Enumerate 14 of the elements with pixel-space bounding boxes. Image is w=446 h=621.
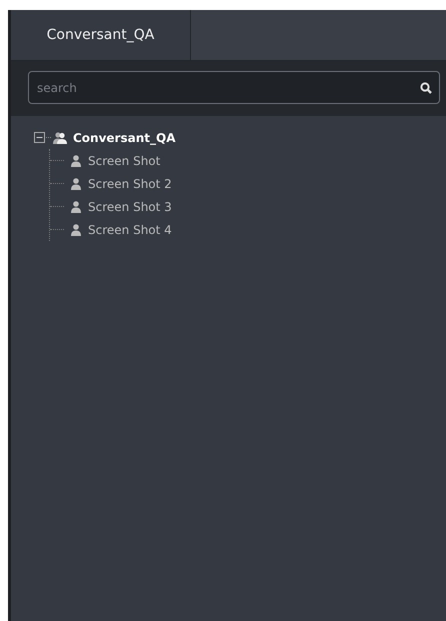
tree-item[interactable]: Screen Shot	[88, 154, 160, 168]
user-icon	[70, 154, 82, 166]
user-icon	[70, 178, 82, 190]
user-icon	[70, 200, 82, 212]
search-icon[interactable]	[420, 82, 432, 94]
tree-item[interactable]: Screen Shot 3	[88, 200, 172, 214]
collapse-toggle-icon[interactable]	[34, 132, 45, 143]
search-field[interactable]: search	[28, 71, 440, 104]
user-icon	[70, 224, 82, 236]
tree-item[interactable]: Screen Shot 4	[88, 222, 172, 236]
users-icon	[53, 132, 67, 144]
tab[interactable]: Conversant_QA	[11, 10, 191, 60]
tree-item[interactable]: Screen Shot 2	[88, 176, 172, 190]
tree-item[interactable]: Conversant_QA	[73, 130, 176, 144]
